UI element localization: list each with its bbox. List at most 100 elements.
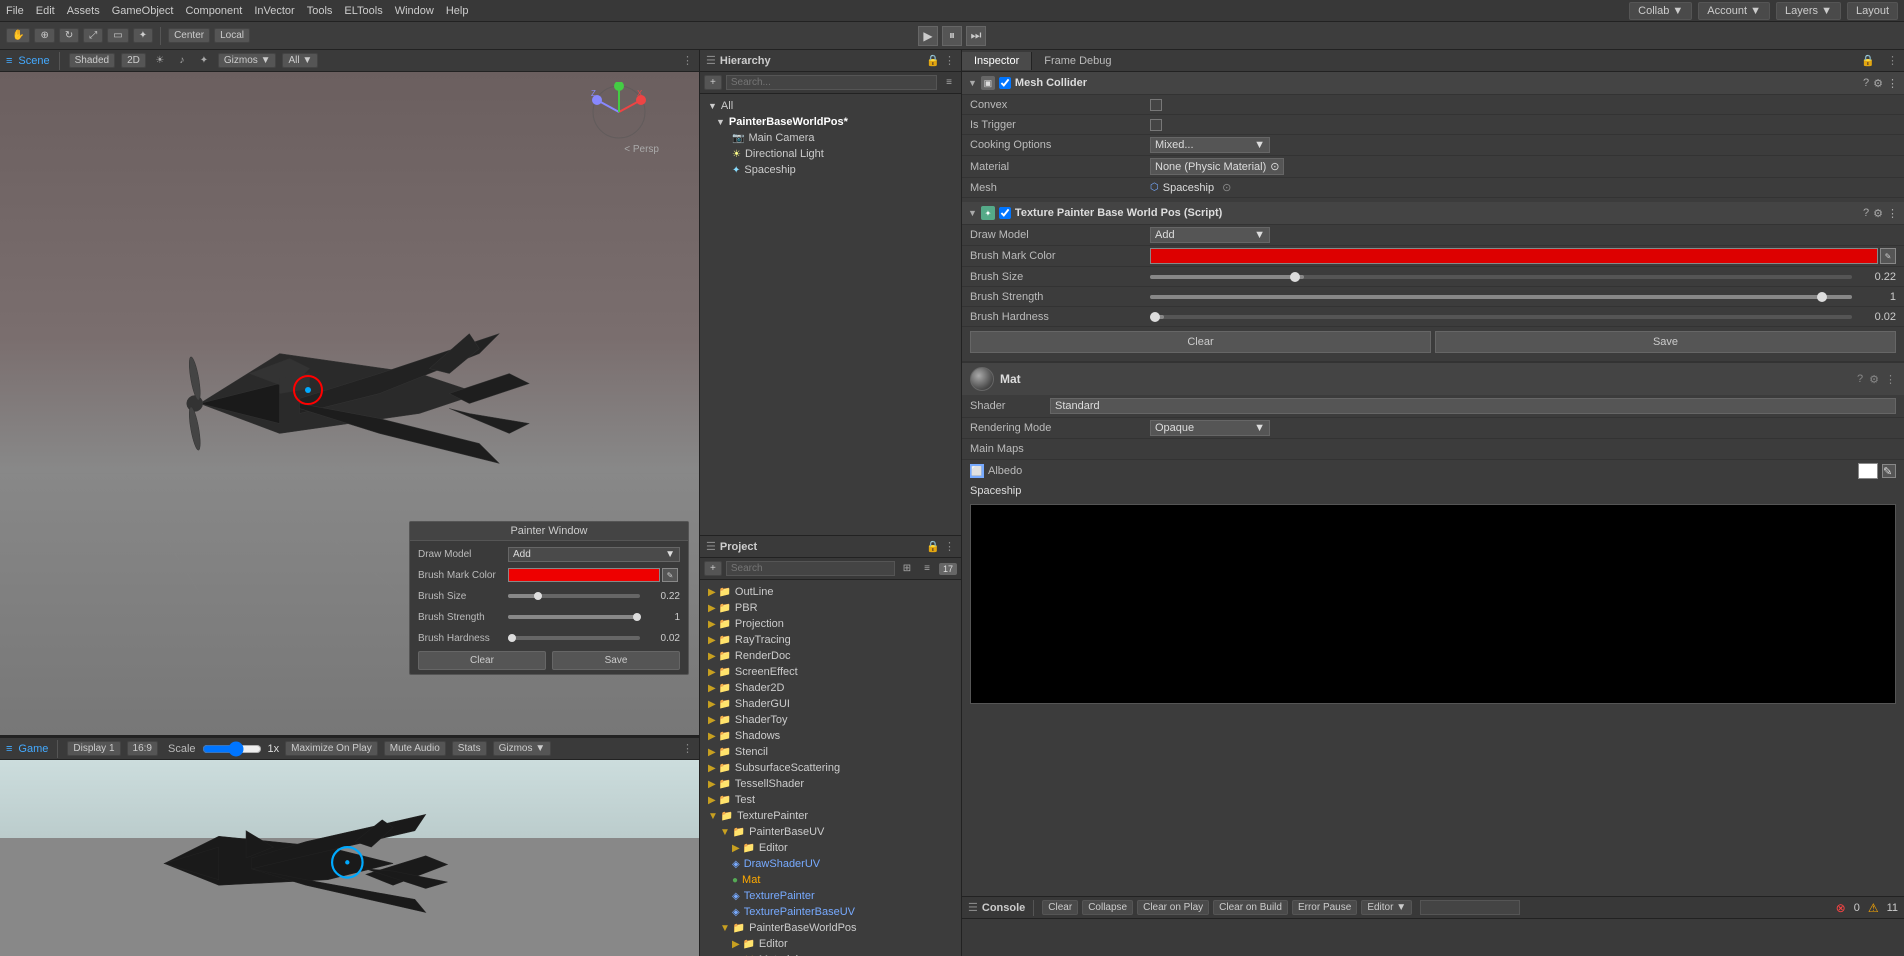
game-canvas[interactable] xyxy=(0,760,699,956)
all-btn[interactable]: All ▼ xyxy=(282,53,318,68)
menu-gameobject[interactable]: GameObject xyxy=(112,5,174,17)
tp-settings[interactable]: ⚙ xyxy=(1873,207,1883,220)
project-item-shadows[interactable]: ▶ 📁 Shadows xyxy=(700,728,961,744)
project-item-subsurface[interactable]: ▶ 📁 SubsurfaceScattering xyxy=(700,760,961,776)
transform-rect[interactable]: ▭ xyxy=(107,28,128,43)
mute-audio[interactable]: Mute Audio xyxy=(384,741,446,756)
local-toggle[interactable]: Local xyxy=(214,28,250,43)
center-toggle[interactable]: Center xyxy=(168,28,210,43)
mat-settings[interactable]: ⚙ xyxy=(1869,373,1879,386)
hierarchy-item-camera[interactable]: 📷 Main Camera xyxy=(700,130,961,146)
layout-button[interactable]: Layout xyxy=(1847,2,1898,20)
game-more[interactable]: ⋮ xyxy=(682,742,693,755)
hierarchy-search[interactable] xyxy=(726,75,937,90)
menu-tools[interactable]: Tools xyxy=(307,5,333,17)
game-tab-label[interactable]: Game xyxy=(18,743,48,755)
brush-size-slider[interactable] xyxy=(508,594,640,598)
material-value[interactable]: None (Physic Material) ⊙ xyxy=(1150,158,1284,175)
inspector-lock[interactable]: 🔒 xyxy=(1855,54,1881,67)
brush-hardness-slider-insp[interactable] xyxy=(1150,315,1852,319)
mesh-collider-help[interactable]: ? xyxy=(1863,77,1869,90)
scene-gizmo[interactable]: X Z Y xyxy=(589,82,649,142)
account-button[interactable]: Account ▼ xyxy=(1698,2,1770,20)
aspect-btn[interactable]: 16:9 xyxy=(127,741,158,756)
painter-save-btn[interactable]: Save xyxy=(552,651,680,670)
mat-menu[interactable]: ⋮ xyxy=(1885,373,1896,386)
hierarchy-add[interactable]: + xyxy=(704,75,722,90)
shader-value[interactable]: Standard xyxy=(1050,398,1896,414)
project-item-shader2d[interactable]: ▶ 📁 Shader2D xyxy=(700,680,961,696)
project-item-raytracing[interactable]: ▶ 📁 RayTracing xyxy=(700,632,961,648)
hierarchy-item-scene[interactable]: ▼ PainterBaseWorldPos* xyxy=(700,114,961,130)
convex-checkbox[interactable] xyxy=(1150,99,1162,111)
scale-slider[interactable] xyxy=(202,741,262,757)
project-item-texturepainter-script[interactable]: ◈ TexturePainter xyxy=(700,888,961,904)
menu-window[interactable]: Window xyxy=(395,5,434,17)
project-item-texturepainter[interactable]: ▼ 📁 TexturePainter xyxy=(700,808,961,824)
hierarchy-filter[interactable]: ≡ xyxy=(941,75,957,91)
menu-edit[interactable]: Edit xyxy=(36,5,55,17)
draw-model-select[interactable]: Add ▼ xyxy=(508,547,680,562)
project-more[interactable]: ⋮ xyxy=(944,540,955,553)
scene-canvas[interactable]: X Z Y < Persp Painter Window xyxy=(0,72,699,735)
project-search[interactable] xyxy=(726,561,895,576)
mesh-collider-enabled[interactable] xyxy=(999,77,1011,89)
mesh-text[interactable]: Spaceship xyxy=(1163,182,1214,194)
project-item-renderdoc[interactable]: ▶ 📁 RenderDoc xyxy=(700,648,961,664)
brush-color-display[interactable] xyxy=(1150,248,1878,264)
brush-color-bar[interactable] xyxy=(508,568,660,582)
brush-size-slider-insp[interactable] xyxy=(1150,275,1852,279)
project-item-test[interactable]: ▶ 📁 Test xyxy=(700,792,961,808)
mesh-pick[interactable]: ⊙ xyxy=(1222,181,1231,194)
frame-debug-tab[interactable]: Frame Debug xyxy=(1032,52,1123,70)
cooking-options-value[interactable]: Mixed... ▼ xyxy=(1150,137,1270,153)
shaded-btn[interactable]: Shaded xyxy=(69,53,115,68)
gizmos-btn[interactable]: Gizmos ▼ xyxy=(493,741,552,756)
menu-eltools[interactable]: ELTools xyxy=(344,5,382,17)
console-collapse-btn[interactable]: Collapse xyxy=(1082,900,1133,915)
tp-fold[interactable]: ▼ xyxy=(968,208,977,218)
project-item-editor1[interactable]: ▶ 📁 Editor xyxy=(700,840,961,856)
transform-combo[interactable]: ✦ xyxy=(133,28,153,43)
tp-menu[interactable]: ⋮ xyxy=(1887,207,1898,220)
console-error-pause-btn[interactable]: Error Pause xyxy=(1292,900,1357,915)
project-add[interactable]: + xyxy=(704,561,722,576)
mesh-collider-menu[interactable]: ⋮ xyxy=(1887,77,1898,90)
play-button[interactable]: ▶ xyxy=(918,26,938,46)
inspector-save-btn[interactable]: Save xyxy=(1435,331,1896,353)
audio-btn[interactable]: ♪ xyxy=(174,53,190,69)
inspector-clear-btn[interactable]: Clear xyxy=(970,331,1431,353)
project-view-btn2[interactable]: ≡ xyxy=(919,561,935,577)
project-view-btn1[interactable]: ⊞ xyxy=(899,561,915,577)
project-item-texturepainterbaseuv[interactable]: ◈ TexturePainterBaseUV xyxy=(700,904,961,920)
brush-color-edit-btn[interactable]: ✎ xyxy=(1880,248,1896,264)
project-item-drawshaderuv[interactable]: ◈ DrawShaderUV xyxy=(700,856,961,872)
mesh-collider-fold[interactable]: ▼ xyxy=(968,78,977,88)
console-search[interactable] xyxy=(1420,900,1520,915)
hierarchy-lock[interactable]: 🔒 xyxy=(926,54,940,67)
project-item-mat[interactable]: ● Mat xyxy=(700,872,961,888)
painter-clear-btn[interactable]: Clear xyxy=(418,651,546,670)
hierarchy-item-light[interactable]: ☀ Directional Light xyxy=(700,146,961,162)
project-item-shadertoy[interactable]: ▶ 📁 ShaderToy xyxy=(700,712,961,728)
hierarchy-item-all[interactable]: ▼ All xyxy=(700,98,961,114)
maximize-on-play[interactable]: Maximize On Play xyxy=(285,741,378,756)
inspector-tab[interactable]: Inspector xyxy=(962,52,1032,70)
project-item-screeneffect[interactable]: ▶ 📁 ScreenEffect xyxy=(700,664,961,680)
project-item-shadergui[interactable]: ▶ 📁 ShaderGUI xyxy=(700,696,961,712)
menu-component[interactable]: Component xyxy=(185,5,242,17)
project-item-material[interactable]: ▶ 📁 Material xyxy=(700,952,961,956)
brush-hardness-slider[interactable] xyxy=(508,636,640,640)
project-item-painterworldpos[interactable]: ▼ 📁 PainterBaseWorldPos xyxy=(700,920,961,936)
scene-tab[interactable]: ≡ xyxy=(6,55,12,67)
albedo-edit[interactable]: ✎ xyxy=(1882,464,1896,478)
draw-model-dropdown[interactable]: Add ▼ xyxy=(1150,227,1270,243)
collab-button[interactable]: Collab ▼ xyxy=(1629,2,1692,20)
console-editor-btn[interactable]: Editor ▼ xyxy=(1361,900,1412,915)
menu-file[interactable]: File xyxy=(6,5,24,17)
scene-tab-label[interactable]: Scene xyxy=(18,55,49,67)
menu-help[interactable]: Help xyxy=(446,5,469,17)
mesh-collider-settings[interactable]: ⚙ xyxy=(1873,77,1883,90)
project-item-tessell[interactable]: ▶ 📁 TessellShader xyxy=(700,776,961,792)
transform-rotate[interactable]: ↻ xyxy=(59,28,79,43)
